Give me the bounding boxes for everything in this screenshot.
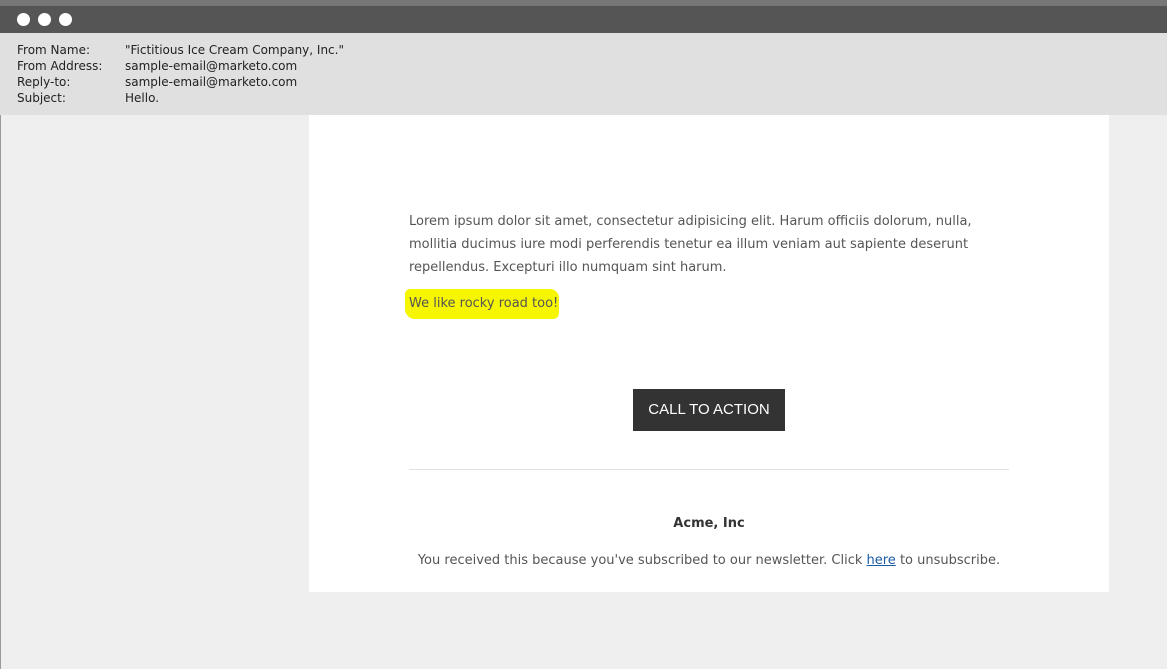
header-label: From Address: xyxy=(17,59,103,73)
body-paragraph: Lorem ipsum dolor sit amet, consectetur … xyxy=(409,214,972,275)
footer-divider xyxy=(409,469,1009,470)
company-name: Acme, Inc xyxy=(673,516,745,531)
email-header: From Name: "Fictitious Ice Cream Company… xyxy=(0,33,1167,115)
window-dot-icon[interactable] xyxy=(17,13,30,26)
footer-text-before: You received this because you've subscri… xyxy=(417,553,867,568)
unsubscribe-line: You received this because you've subscri… xyxy=(409,551,1009,571)
header-value: Hello. xyxy=(125,91,160,105)
window-dot-icon[interactable] xyxy=(59,13,72,26)
window-dot-icon[interactable] xyxy=(38,13,51,26)
header-value: sample-email@marketo.com xyxy=(125,59,298,73)
header-value: sample-email@marketo.com xyxy=(125,75,298,89)
highlighted-text: We like rocky road too! xyxy=(409,296,559,311)
footer-text-after: to unsubscribe. xyxy=(895,553,1001,568)
header-label: Subject: xyxy=(17,91,66,105)
header-label: From Name: xyxy=(17,43,90,57)
unsubscribe-link[interactable]: here xyxy=(867,553,896,568)
email-card: Lorem ipsum dolor sit amet, consectetur … xyxy=(309,115,1109,592)
header-value: "Fictitious Ice Cream Company, Inc." xyxy=(125,43,344,57)
header-label: Reply-to: xyxy=(17,75,71,89)
call-to-action-button[interactable]: CALL TO ACTION xyxy=(633,389,785,431)
window-titlebar xyxy=(0,6,1167,33)
left-border xyxy=(0,115,1,669)
